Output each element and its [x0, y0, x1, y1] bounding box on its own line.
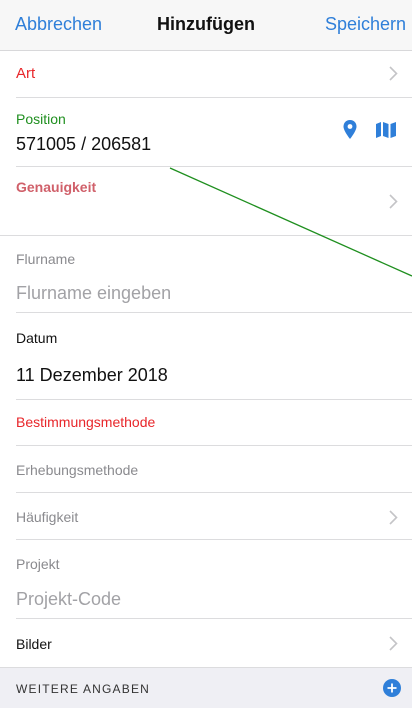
navigation-bar: Abbrechen Hinzufügen Speichern — [0, 0, 412, 51]
projekt-label: Projekt — [16, 556, 60, 572]
weitere-angaben-title: WEITERE ANGABEN — [16, 682, 151, 696]
haeufigkeit-row[interactable]: Häufigkeit — [0, 493, 412, 539]
datum-value[interactable]: 11 Dezember 2018 — [16, 365, 168, 386]
genauigkeit-label: Genauigkeit — [16, 179, 97, 195]
haeufigkeit-label: Häufigkeit — [16, 509, 79, 525]
genauigkeit-row[interactable]: Genauigkeit — [0, 167, 412, 235]
projekt-row: Projekt Projekt-Code — [0, 540, 412, 618]
chevron-right-icon — [389, 636, 398, 651]
erhebungsmethode-label: Erhebungsmethode — [16, 462, 139, 478]
position-value: 571005 / 206581 — [16, 134, 152, 154]
position-label: Position — [16, 111, 66, 127]
flurname-label: Flurname — [16, 251, 76, 267]
projekt-input[interactable]: Projekt-Code — [16, 589, 121, 610]
bestimmungsmethode-row[interactable]: Bestimmungsmethode — [0, 400, 412, 445]
chevron-right-icon — [389, 66, 398, 81]
art-row[interactable]: Art — [0, 51, 412, 97]
location-pin-icon[interactable] — [343, 120, 357, 140]
save-button[interactable]: Speichern — [325, 14, 406, 35]
chevron-right-icon — [389, 194, 398, 209]
flurname-row: Flurname Flurname eingeben — [0, 236, 412, 312]
chevron-right-icon — [389, 510, 398, 525]
position-row[interactable]: Position 571005 / 206581 — [0, 98, 412, 166]
erhebungsmethode-row[interactable]: Erhebungsmethode — [0, 446, 412, 492]
datum-label: Datum — [16, 330, 58, 346]
weitere-angaben-section[interactable]: WEITERE ANGABEN — [0, 668, 412, 708]
plus-circle-icon[interactable] — [383, 679, 401, 697]
bilder-label: Bilder — [16, 636, 52, 652]
datum-row[interactable]: Datum 11 Dezember 2018 — [0, 313, 412, 399]
map-icon[interactable] — [376, 122, 396, 138]
flurname-input[interactable]: Flurname eingeben — [16, 283, 171, 304]
art-label: Art — [16, 65, 36, 82]
bestimmungsmethode-label: Bestimmungsmethode — [16, 414, 156, 430]
bilder-row[interactable]: Bilder — [0, 619, 412, 667]
